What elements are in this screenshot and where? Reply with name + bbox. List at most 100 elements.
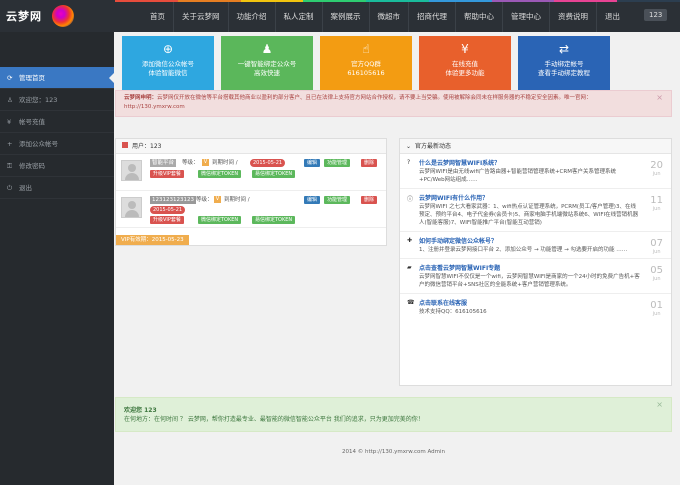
tile-line1: 手动绑定帐号	[544, 60, 584, 68]
nav-logout[interactable]: 退出	[596, 2, 628, 32]
function-manage-button[interactable]: 功能管理	[324, 159, 351, 167]
logo-mark	[52, 5, 74, 27]
level-label: 等级：	[182, 160, 199, 166]
welcome-alert: 欢迎您 123 在何地方：在何时间 ？ 云梦网，帮你打造最专业、最智能的微信智能…	[115, 397, 672, 432]
user-panel-header: 用户：123	[116, 139, 386, 154]
plus-icon: ✚	[407, 237, 413, 244]
yixin-bind-token-button[interactable]: 易信绑定TOKEN	[252, 170, 296, 178]
nav-about[interactable]: 关于云梦网	[173, 2, 228, 32]
thumbs-up-icon: ☝	[362, 42, 370, 56]
news-title[interactable]: 点击查看云梦网智慧WIFI专题	[419, 264, 641, 273]
plus-icon: +	[7, 140, 13, 148]
expire-date-badge: 2015-05-21	[150, 206, 186, 214]
news-title[interactable]: 云梦网WIFI有什么作用？	[419, 194, 641, 203]
nav-micro-market[interactable]: 微超市	[368, 2, 409, 32]
tile-qq-group[interactable]: ☝ 官方QQ群 616105616	[320, 36, 412, 91]
refresh-icon: ⟳	[7, 74, 13, 82]
tile-add-account[interactable]: ⊕ 添加微信公众帐号 体验智能微信	[122, 36, 214, 91]
news-date: 11 jun	[650, 195, 663, 212]
logout-icon: ⏻	[7, 184, 13, 192]
news-title[interactable]: 什么是云梦网智慧WIFI系统？	[419, 159, 641, 168]
nav-home[interactable]: 首页	[142, 2, 173, 32]
sidebar-item-label: 欢迎您：123	[19, 96, 58, 104]
panel-icon	[122, 142, 128, 148]
news-body: 云梦网智慧WIFI不仅仅是一个wifi，云梦网智慧WIFI是商家的一个24小时的…	[419, 274, 640, 288]
top-header: 云梦网 首页 关于云梦网 功能介绍 私人定制 案例展示 微超市 招商代理 帮助中…	[0, 0, 680, 32]
news-date: 20 jun	[650, 160, 663, 177]
nav-custom[interactable]: 私人定制	[274, 2, 322, 32]
top-navigation: 首页 关于云梦网 功能介绍 私人定制 案例展示 微超市 招商代理 帮助中心 管理…	[142, 2, 628, 32]
tile-online-recharge[interactable]: ¥ 在线充值 体验更多功能	[419, 36, 511, 91]
news-item[interactable]: ⓘ 云梦网WIFI有什么作用？ 云梦网WIFI 之七大看家武器：1、wifi热点…	[400, 189, 671, 232]
news-title[interactable]: 如何手动绑定微信公众帐号？	[419, 237, 641, 246]
user-panel: 用户：123 智能平台 等级： V 到期时间 / 2015-05-21 编辑 功…	[115, 138, 387, 246]
vip-level-icon: V	[202, 159, 209, 166]
sidebar-item-label: 修改密码	[19, 162, 45, 170]
nav-pricing[interactable]: 资费说明	[549, 2, 596, 32]
delete-button[interactable]: 删除	[361, 159, 378, 167]
news-item[interactable]: ▰ 点击查看云梦网智慧WIFI专题 云梦网智慧WIFI不仅仅是一个wifi，云梦…	[400, 259, 671, 294]
wechat-bind-token-button[interactable]: 微信绑定TOKEN	[198, 216, 242, 224]
sidebar-item-recharge[interactable]: ¥ 帐号充值	[0, 111, 114, 133]
book-icon: ▰	[407, 264, 412, 271]
tile-smart-bind[interactable]: ♟ 一键智能绑定公众号 高效快速	[221, 36, 313, 91]
close-icon[interactable]: ×	[656, 400, 663, 409]
account-row: 123123123123 等级： V 到期时间 / 编辑 功能管理 删除 201…	[116, 191, 386, 228]
nav-agency[interactable]: 招商代理	[408, 2, 455, 32]
delete-button[interactable]: 删除	[361, 196, 378, 204]
sidebar-item-add-account[interactable]: + 添加公众帐号	[0, 133, 114, 155]
edit-button[interactable]: 编辑	[304, 196, 321, 204]
sidebar-item-label: 管理首页	[19, 74, 45, 82]
news-day: 20	[650, 160, 663, 171]
news-date: 05 jun	[650, 265, 663, 282]
close-icon[interactable]: ×	[656, 93, 663, 102]
expire-label: 到期时间 /	[224, 197, 250, 203]
key-icon: ⚿	[7, 162, 12, 170]
sidebar-item-dashboard[interactable]: ⟳ 管理首页	[0, 67, 114, 89]
upgrade-vip-button[interactable]: 升级VIP套餐	[150, 170, 184, 178]
news-date: 07 jun	[650, 238, 663, 255]
sidebar-item-label: 帐号充值	[19, 118, 45, 126]
news-panel: ⌄ 官方最新动态 ? 什么是云梦网智慧WIFI系统？ 云梦网WIFI是由无线wif…	[399, 138, 672, 386]
news-day: 05	[650, 265, 663, 276]
news-body: 云梦网WIFI是由无线wifi广告路由器+智能营销管理系统+CRM客户关系管理系…	[419, 169, 616, 183]
tile-manual-bind[interactable]: ⇄ 手动绑定帐号 查看手动绑定教程	[518, 36, 610, 91]
news-title[interactable]: 点击联系在线客服	[419, 299, 641, 308]
edit-button[interactable]: 编辑	[304, 159, 321, 167]
news-day: 07	[650, 238, 663, 249]
wechat-bind-token-button[interactable]: 微信绑定TOKEN	[198, 170, 242, 178]
nav-features[interactable]: 功能介绍	[227, 2, 275, 32]
warning-url[interactable]: http://130.ymxrw.com	[124, 104, 185, 110]
sidebar-item-logout[interactable]: ⏻ 退出	[0, 177, 114, 199]
upgrade-vip-button[interactable]: 升级VIP套餐	[150, 216, 184, 224]
account-name: 123123123123	[150, 196, 196, 204]
news-body: 技术支持QQ：616105616	[419, 309, 487, 315]
news-item[interactable]: ? 什么是云梦网智慧WIFI系统？ 云梦网WIFI是由无线wifi广告路由器+智…	[400, 154, 671, 189]
sidebar-item-change-password[interactable]: ⚿ 修改密码	[0, 155, 114, 177]
tile-line2: 高效快速	[254, 69, 280, 77]
news-item[interactable]: ✚ 如何手动绑定微信公众帐号？ 1、注册并登录云梦网接口平台 2、添加公众号 →…	[400, 232, 671, 259]
sidebar-item-welcome[interactable]: ♙ 欢迎您：123	[0, 89, 114, 111]
footer: 2014 © http://130.ymxrw.com Admin	[115, 449, 672, 455]
chevron-down-icon[interactable]: ⌄	[406, 143, 411, 150]
function-manage-button[interactable]: 功能管理	[324, 196, 351, 204]
nav-cases[interactable]: 案例展示	[321, 2, 369, 32]
shuffle-icon: ⇄	[558, 42, 570, 56]
nav-help[interactable]: 帮助中心	[455, 2, 502, 32]
news-body: 云梦网WIFI 之七大看家武器：1、wifi热点认证管理系统，PCRM(员工/客…	[419, 204, 639, 226]
message-count-badge[interactable]: 123	[644, 9, 668, 21]
avatar	[121, 160, 142, 181]
news-month: jun	[652, 249, 661, 255]
news-item[interactable]: ☎ 点击联系在线客服 技术支持QQ：616105616 01 jun	[400, 294, 671, 320]
nav-admin[interactable]: 管理中心	[502, 2, 549, 32]
news-date: 01 jun	[650, 300, 663, 317]
yixin-bind-token-button[interactable]: 易信绑定TOKEN	[252, 216, 296, 224]
phone-icon: ☎	[407, 299, 415, 306]
tile-line1: 在线充值	[452, 60, 478, 68]
tile-line2: 体验更多功能	[445, 69, 485, 77]
logo-text: 云梦网	[6, 10, 42, 23]
vip-date-badge: VIP有效期：2015-05-23	[116, 235, 189, 245]
info-icon: ⓘ	[407, 196, 414, 203]
logo[interactable]: 云梦网	[0, 0, 115, 32]
news-day: 01	[650, 300, 663, 311]
